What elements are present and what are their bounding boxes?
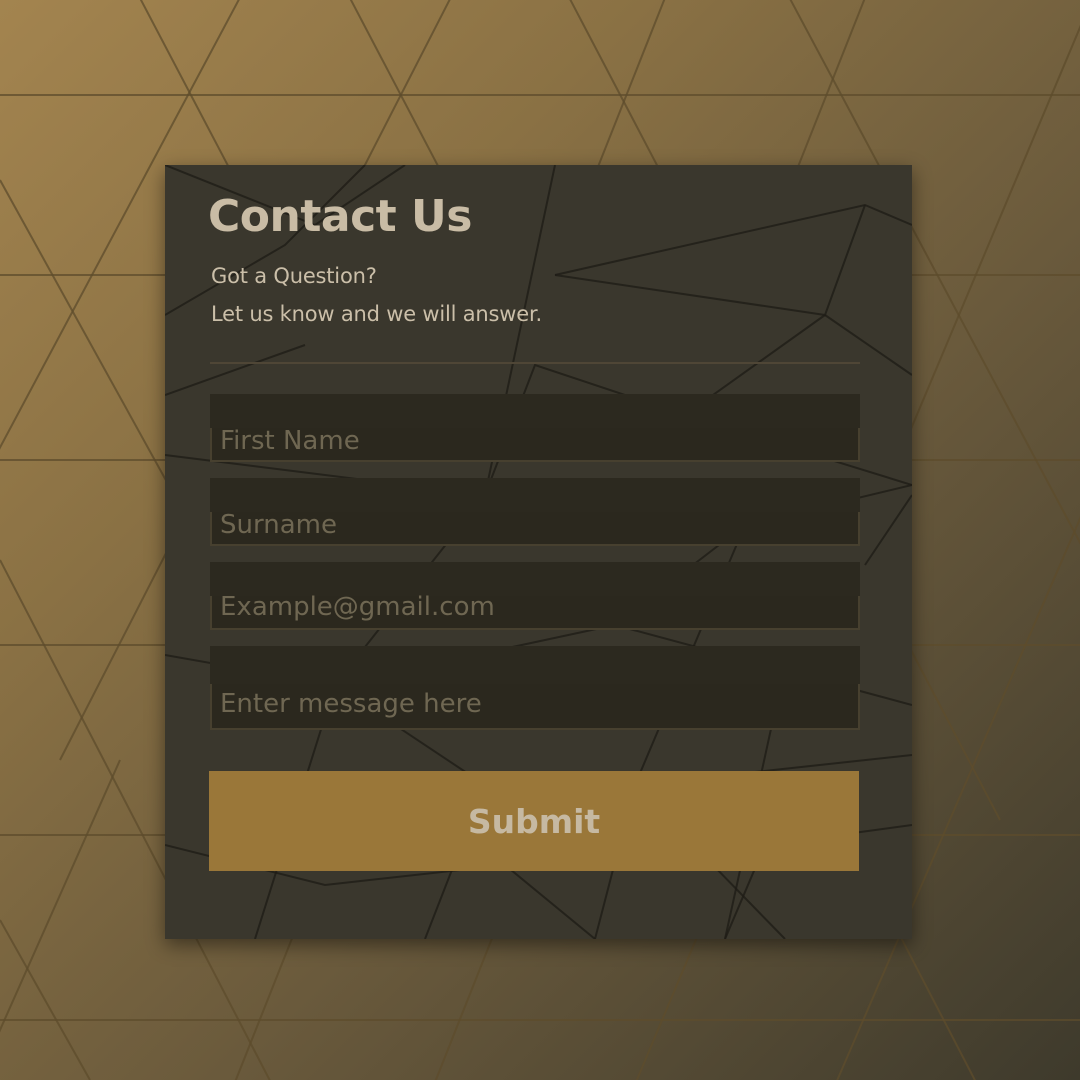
- contact-card: Contact Us Got a Question? Let us know a…: [165, 165, 912, 939]
- message-field[interactable]: Enter message here: [210, 646, 860, 730]
- first-name-field[interactable]: First Name: [210, 394, 860, 462]
- email-placeholder: Example@gmail.com: [220, 592, 495, 622]
- message-placeholder: Enter message here: [220, 689, 482, 719]
- page-title: Contact Us: [208, 191, 472, 242]
- submit-button[interactable]: Submit: [209, 771, 859, 871]
- subtitle-question: Got a Question?: [211, 264, 377, 288]
- subtitle-instruction: Let us know and we will answer.: [211, 302, 542, 326]
- divider: [210, 362, 860, 364]
- surname-placeholder: Surname: [220, 510, 337, 540]
- first-name-placeholder: First Name: [220, 426, 360, 456]
- surname-field[interactable]: Surname: [210, 478, 860, 546]
- email-field[interactable]: Example@gmail.com: [210, 562, 860, 630]
